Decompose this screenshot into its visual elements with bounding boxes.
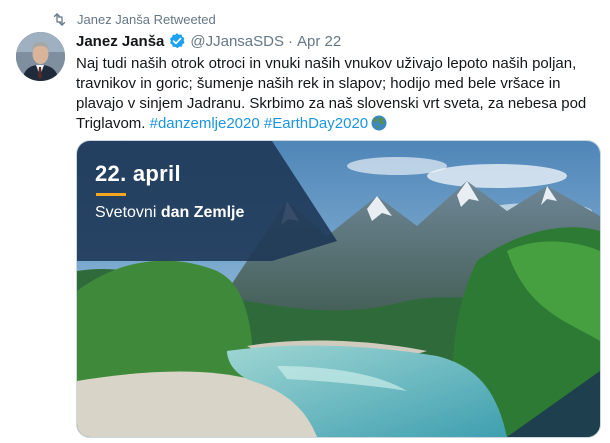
author-name[interactable]: Janez Janša — [76, 33, 164, 50]
person-avatar-icon — [16, 32, 65, 81]
tweet-image[interactable]: 22. april Svetovni dan Zemlje — [76, 140, 601, 438]
tweet-text: Naj tudi naših otrok otroci in vnuki naš… — [76, 54, 601, 134]
separator-dot: · — [288, 32, 293, 50]
image-date: 22. april — [95, 161, 181, 186]
image-caption: Svetovni dan Zemlje — [95, 204, 244, 222]
hashtag-link[interactable]: #EarthDay2020 — [264, 115, 368, 132]
tweet[interactable]: Janez Janša Retweeted Janez Janša @JJans… — [0, 0, 610, 443]
author-handle[interactable]: @JJansaSDS — [190, 33, 284, 50]
retweet-icon — [53, 13, 66, 26]
tweet-date[interactable]: Apr 22 — [297, 33, 341, 50]
earth-globe-icon — [371, 115, 387, 131]
caption-bold: dan Zemlje — [160, 204, 245, 221]
tweet-header: Janez Janša @JJansaSDS · Apr 22 — [76, 32, 341, 50]
hashtag-link[interactable]: #danzemlje2020 — [150, 115, 260, 132]
verified-badge-icon — [170, 33, 185, 49]
retweet-indicator[interactable]: Janez Janša Retweeted — [52, 10, 216, 28]
avatar[interactable] — [16, 32, 65, 81]
caption-prefix: Svetovni — [95, 204, 161, 221]
image-overlay: 22. april Svetovni dan Zemlje — [95, 161, 244, 222]
retweet-label: Janez Janša Retweeted — [77, 11, 216, 27]
accent-divider — [96, 193, 126, 196]
